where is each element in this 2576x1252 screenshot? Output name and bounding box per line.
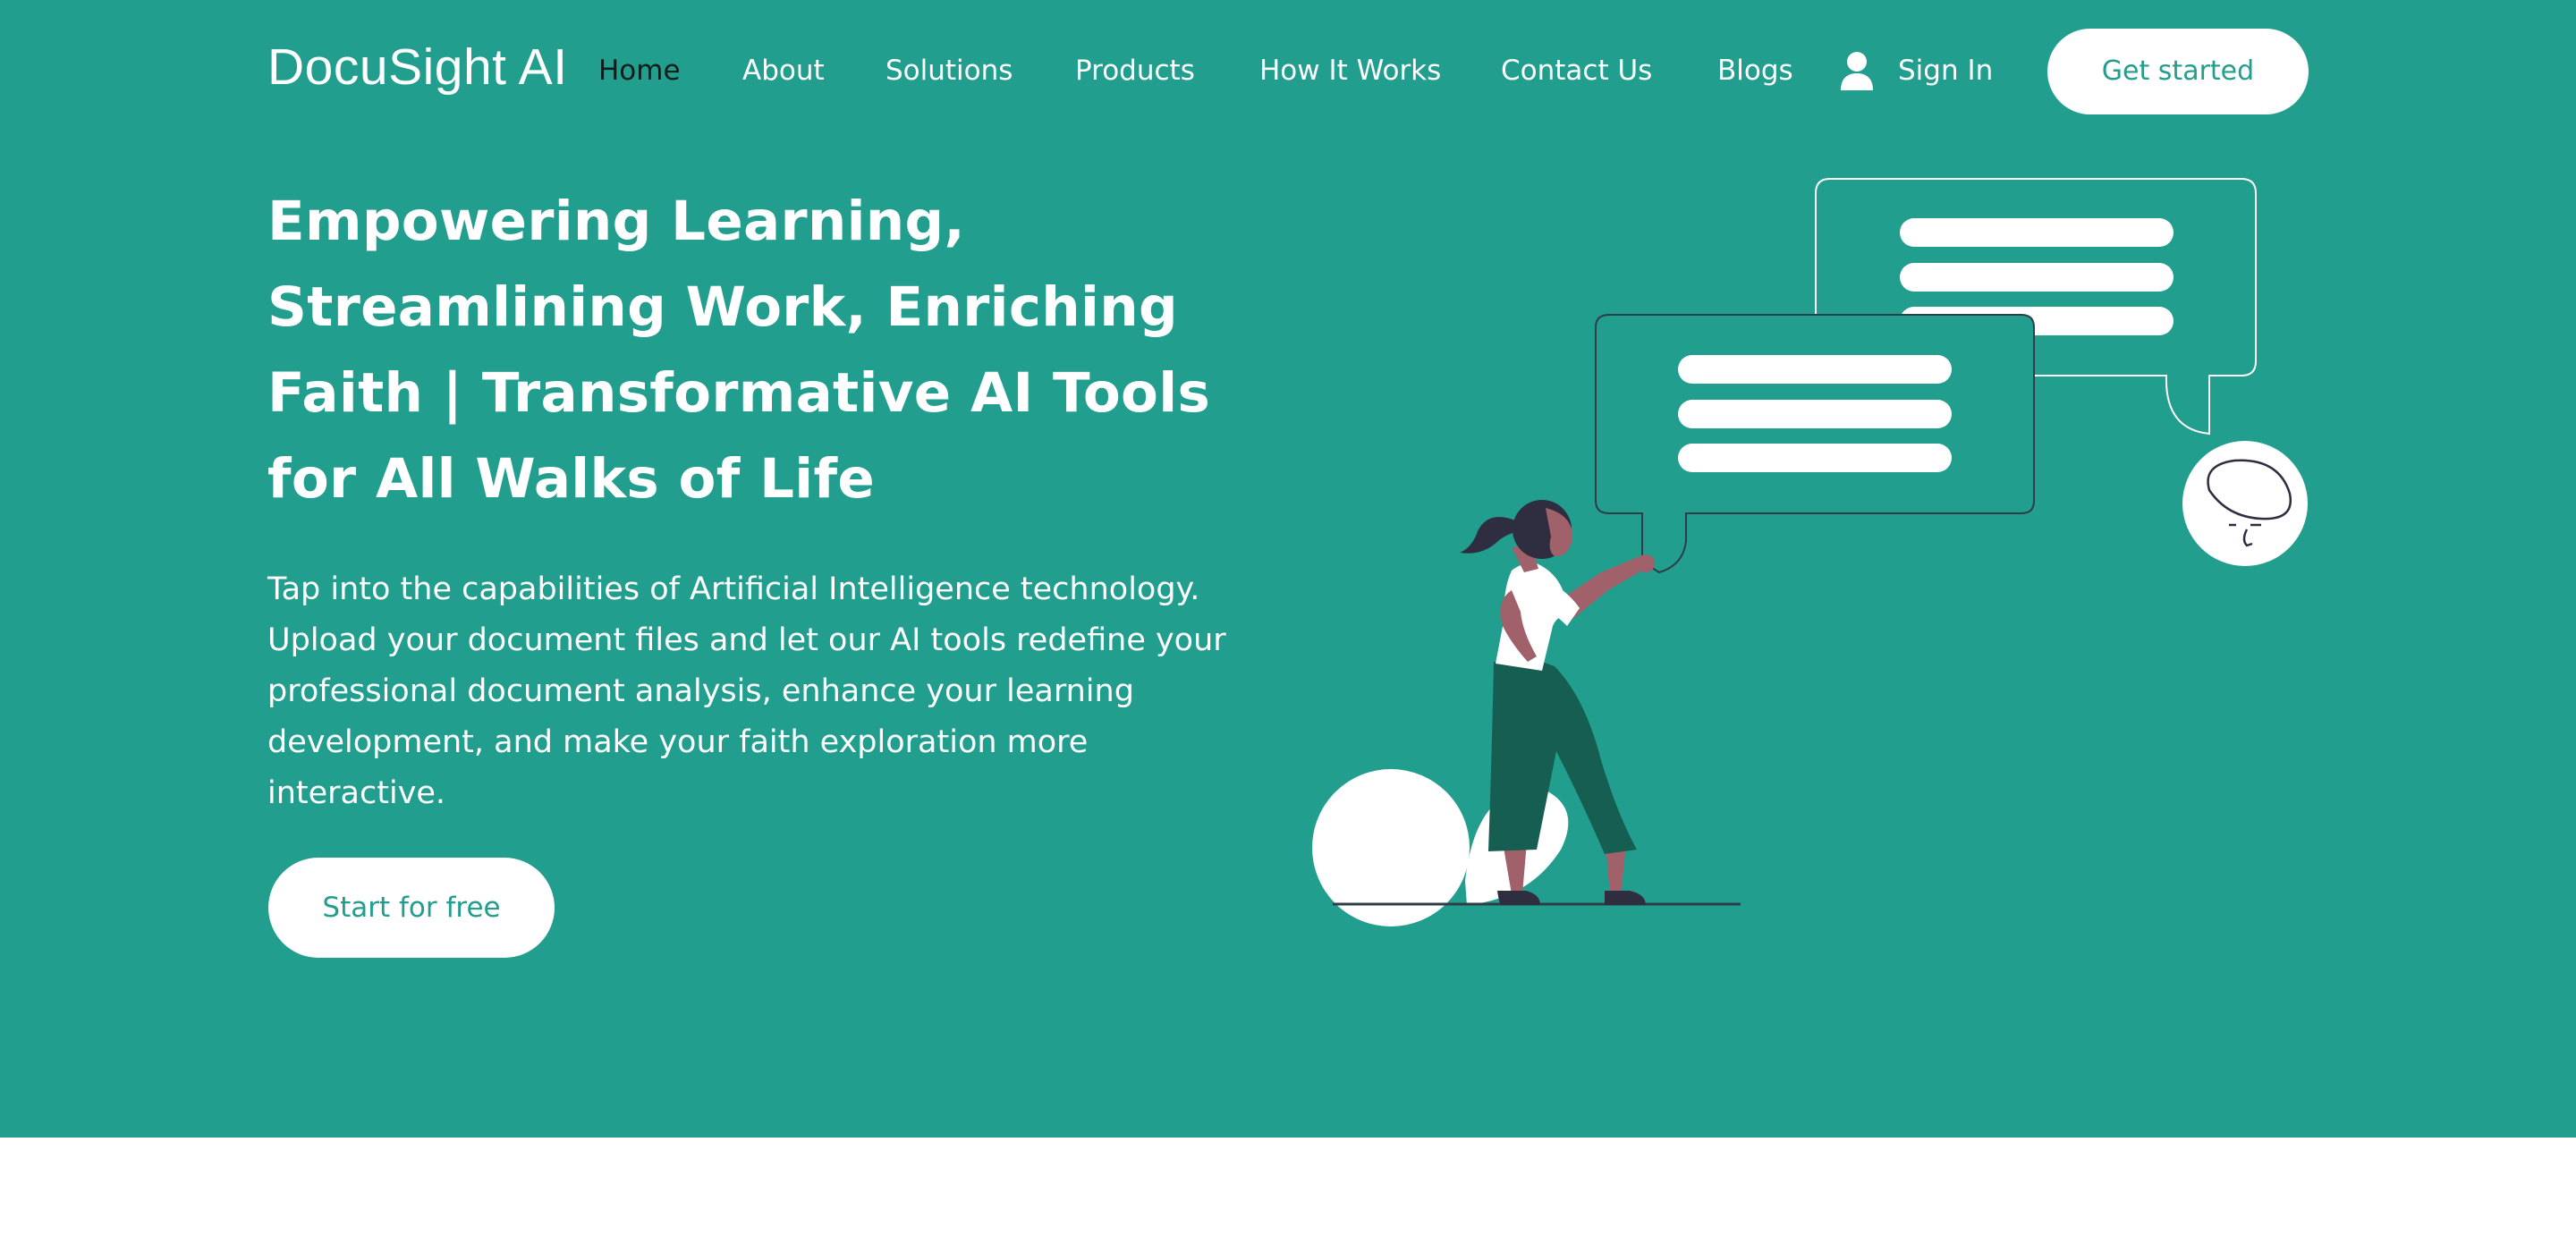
hero-headline: Empowering Learning, Streamlining Work, …	[267, 179, 1305, 522]
headline-line: Faith | Transformative AI Tools	[267, 361, 1211, 425]
headline-line: Empowering Learning,	[267, 190, 965, 253]
nav-item-blogs[interactable]: Blogs	[1717, 51, 1793, 90]
nav-item-how-it-works[interactable]: How It Works	[1259, 51, 1441, 90]
nav-item-solutions[interactable]: Solutions	[886, 51, 1013, 90]
sign-in-label: Sign In	[1898, 55, 1994, 87]
description-line: interactive.	[267, 775, 446, 811]
get-started-button[interactable]: Get started	[2047, 29, 2309, 114]
headline-line: for All Walks of Life	[267, 447, 875, 511]
nav-item-products[interactable]: Products	[1075, 51, 1195, 90]
hero-section: DocuSight AI Home About Solutions Produc…	[0, 0, 2576, 1138]
brand-logo[interactable]: DocuSight AI	[267, 34, 568, 100]
avatar-doodle	[2182, 441, 2308, 566]
description-line: Tap into the capabilities of Artificial …	[267, 571, 1200, 607]
start-for-free-button[interactable]: Start for free	[268, 858, 555, 958]
headline-line: Streamlining Work, Enriching	[267, 275, 1178, 339]
description-line: professional document analysis, enhance …	[267, 673, 1134, 709]
nav-item-contact-us[interactable]: Contact Us	[1501, 51, 1652, 90]
nav-item-home[interactable]: Home	[598, 51, 681, 90]
sign-in-link[interactable]: Sign In	[1841, 47, 1993, 95]
description-line: development, and make your faith explora…	[267, 724, 1089, 760]
front-chat-bubble	[1595, 314, 2035, 574]
below-hero-section	[0, 1138, 2576, 1252]
hero-illustration	[1312, 178, 2308, 926]
description-line: Upload your document files and let our A…	[267, 622, 1226, 658]
hero-description: Tap into the capabilities of Artificial …	[267, 564, 1260, 819]
user-icon	[1841, 52, 1873, 90]
nav-item-about[interactable]: About	[742, 51, 825, 90]
